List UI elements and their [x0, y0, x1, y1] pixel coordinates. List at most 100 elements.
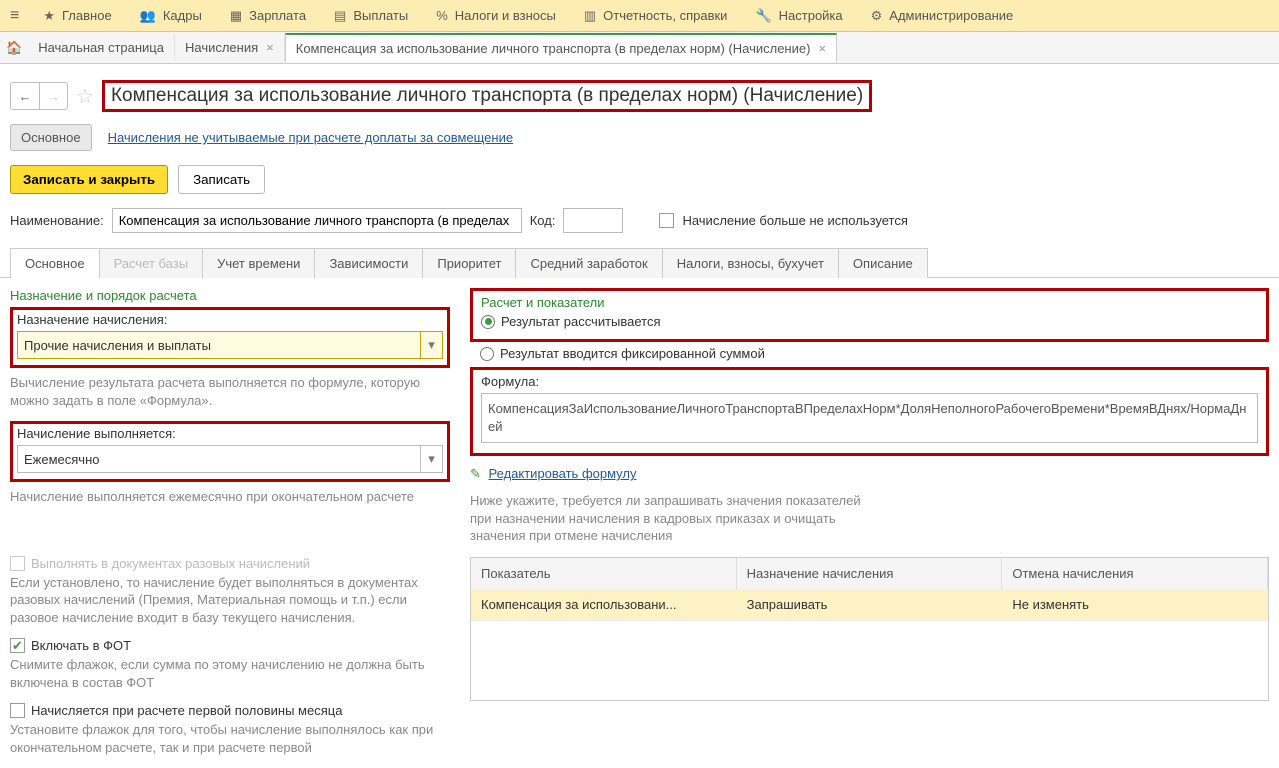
onetime-help: Если установлено, то начисление будет вы… [10, 574, 450, 627]
purpose-dropdown[interactable]: Прочие начисления и выплаты ▾ [17, 331, 443, 359]
deprecated-label: Начисление больше не используется [682, 213, 907, 228]
menu-main[interactable]: ★Главное [29, 0, 125, 32]
main-menu: ★Главное 👥Кадры ▦Зарплата ▤Выплаты %Нало… [29, 0, 1027, 32]
menu-admin[interactable]: ⚙Администрирование [857, 0, 1028, 32]
table-row[interactable]: Компенсация за использовани... Запрашива… [471, 589, 1268, 620]
chevron-down-icon[interactable]: ▾ [420, 446, 442, 472]
hamburger-icon[interactable]: ≡ [0, 7, 29, 25]
firsthalf-help: Установите флажок для того, чтобы начисл… [10, 721, 450, 756]
back-button[interactable]: ← [11, 83, 39, 109]
section-main[interactable]: Основное [10, 124, 92, 151]
gear-icon: ⚙ [871, 8, 883, 24]
indicators-table: Показатель Назначение начисления Отмена … [470, 557, 1269, 701]
wrench-icon: 🔧 [755, 8, 771, 24]
tab-taxes[interactable]: Налоги, взносы, бухучет [662, 248, 839, 278]
close-icon[interactable]: × [818, 41, 826, 56]
tab-priority[interactable]: Приоритет [422, 248, 516, 278]
pencil-icon: ✎ [470, 466, 481, 482]
home-icon[interactable]: 🏠 [6, 40, 22, 56]
star-icon: ★ [43, 8, 55, 24]
code-label: Код: [530, 213, 556, 228]
td-indicator: Компенсация за использовани... [471, 589, 737, 620]
tab-avg[interactable]: Средний заработок [515, 248, 662, 278]
purpose-value: Прочие начисления и выплаты [18, 338, 420, 353]
tab-accruals[interactable]: Начисления× [175, 34, 285, 61]
right-column: Расчет и показатели Результат рассчитыва… [470, 288, 1269, 768]
tab-desc[interactable]: Описание [838, 248, 928, 278]
radio-fixed-label: Результат вводится фиксированной суммой [500, 346, 765, 361]
content-area: Назначение и порядок расчета Назначение … [0, 278, 1279, 768]
header-row: ← → ☆ Компенсация за использование лично… [0, 64, 1279, 120]
radio-fixed[interactable] [480, 347, 494, 361]
period-group: Начисление выполняется: Ежемесячно ▾ [10, 421, 450, 482]
calc-mode-group: Расчет и показатели Результат рассчитыва… [470, 288, 1269, 342]
section-link-excluded[interactable]: Начисления не учитываемые при расчете до… [108, 130, 514, 145]
menu-settings[interactable]: 🔧Настройка [741, 0, 856, 32]
purpose-help: Вычисление результата расчета выполняетс… [10, 374, 450, 409]
formula-group: Формула: КомпенсацияЗаИспользованиеЛично… [470, 367, 1269, 456]
indicators-hint: Ниже укажите, требуется ли запрашивать з… [470, 492, 870, 545]
purpose-label: Назначение начисления: [17, 312, 443, 327]
name-input[interactable] [112, 208, 522, 233]
fot-checkbox[interactable]: ✔ [10, 638, 25, 653]
period-dropdown[interactable]: Ежемесячно ▾ [17, 445, 443, 473]
menu-salary[interactable]: ▦Зарплата [216, 0, 320, 32]
left-column: Назначение и порядок расчета Назначение … [10, 288, 450, 768]
radio-calculated-label: Результат рассчитывается [501, 314, 661, 329]
th-cancel: Отмена начисления [1002, 558, 1268, 589]
nav-buttons: ← → [10, 82, 68, 110]
tab-main[interactable]: Основное [10, 248, 100, 278]
favorite-icon[interactable]: ☆ [76, 84, 94, 109]
report-icon: ▥ [584, 8, 596, 24]
calculator-icon: ▦ [230, 8, 242, 24]
tab-time[interactable]: Учет времени [202, 248, 315, 278]
radio-calculated[interactable] [481, 315, 495, 329]
tab-home[interactable]: Начальная страница [28, 34, 175, 61]
deprecated-checkbox[interactable] [659, 213, 674, 228]
save-close-button[interactable]: Записать и закрыть [10, 165, 168, 194]
fot-label: Включать в ФОТ [31, 638, 131, 653]
section-purpose-head: Назначение и порядок расчета [10, 288, 450, 303]
th-indicator: Показатель [471, 558, 737, 589]
people-icon: 👥 [140, 8, 156, 24]
menu-taxes[interactable]: %Налоги и взносы [422, 0, 570, 32]
menu-payments[interactable]: ▤Выплаты [320, 0, 422, 32]
tab-current[interactable]: Компенсация за использование личного тра… [285, 33, 837, 62]
header-fields: Наименование: Код: Начисление больше не … [0, 208, 1279, 247]
firsthalf-label: Начисляется при расчете первой половины … [31, 703, 342, 718]
tab-deps[interactable]: Зависимости [314, 248, 423, 278]
percent-icon: % [436, 8, 448, 23]
top-menu-bar: ≡ ★Главное 👥Кадры ▦Зарплата ▤Выплаты %На… [0, 0, 1279, 32]
fot-help: Снимите флажок, если сумма по этому начи… [10, 656, 450, 691]
close-icon[interactable]: × [266, 40, 274, 55]
formula-label: Формула: [481, 374, 1258, 389]
period-value: Ежемесячно [18, 452, 420, 467]
command-bar: Записать и закрыть Записать [0, 165, 1279, 208]
code-input[interactable] [563, 208, 623, 233]
forward-button[interactable]: → [39, 83, 67, 109]
period-help: Начисление выполняется ежемесячно при ок… [10, 488, 450, 506]
table-header: Показатель Назначение начисления Отмена … [471, 558, 1268, 589]
td-assign: Запрашивать [737, 589, 1003, 620]
document-tabs: 🏠 Начальная страница Начисления× Компенс… [0, 32, 1279, 64]
formula-text: КомпенсацияЗаИспользованиеЛичногоТранспо… [481, 393, 1258, 443]
chevron-down-icon[interactable]: ▾ [420, 332, 442, 358]
th-assign: Назначение начисления [737, 558, 1003, 589]
edit-formula-link[interactable]: Редактировать формулу [489, 466, 637, 481]
save-button[interactable]: Записать [178, 165, 265, 194]
wallet-icon: ▤ [334, 8, 346, 24]
section-links: Основное Начисления не учитываемые при р… [0, 120, 1279, 165]
td-cancel: Не изменять [1002, 589, 1268, 620]
page-title: Компенсация за использование личного тра… [102, 80, 872, 112]
menu-reports[interactable]: ▥Отчетность, справки [570, 0, 742, 32]
period-label: Начисление выполняется: [17, 426, 443, 441]
menu-hr[interactable]: 👥Кадры [126, 0, 216, 32]
inner-tabs: Основное Расчет базы Учет времени Зависи… [0, 247, 1279, 278]
table-row[interactable] [471, 620, 1268, 700]
tab-base[interactable]: Расчет базы [99, 248, 204, 278]
onetime-checkbox [10, 556, 25, 571]
name-label: Наименование: [10, 213, 104, 228]
firsthalf-checkbox[interactable] [10, 703, 25, 718]
calc-head: Расчет и показатели [481, 295, 1258, 310]
onetime-label: Выполнять в документах разовых начислени… [31, 556, 310, 571]
